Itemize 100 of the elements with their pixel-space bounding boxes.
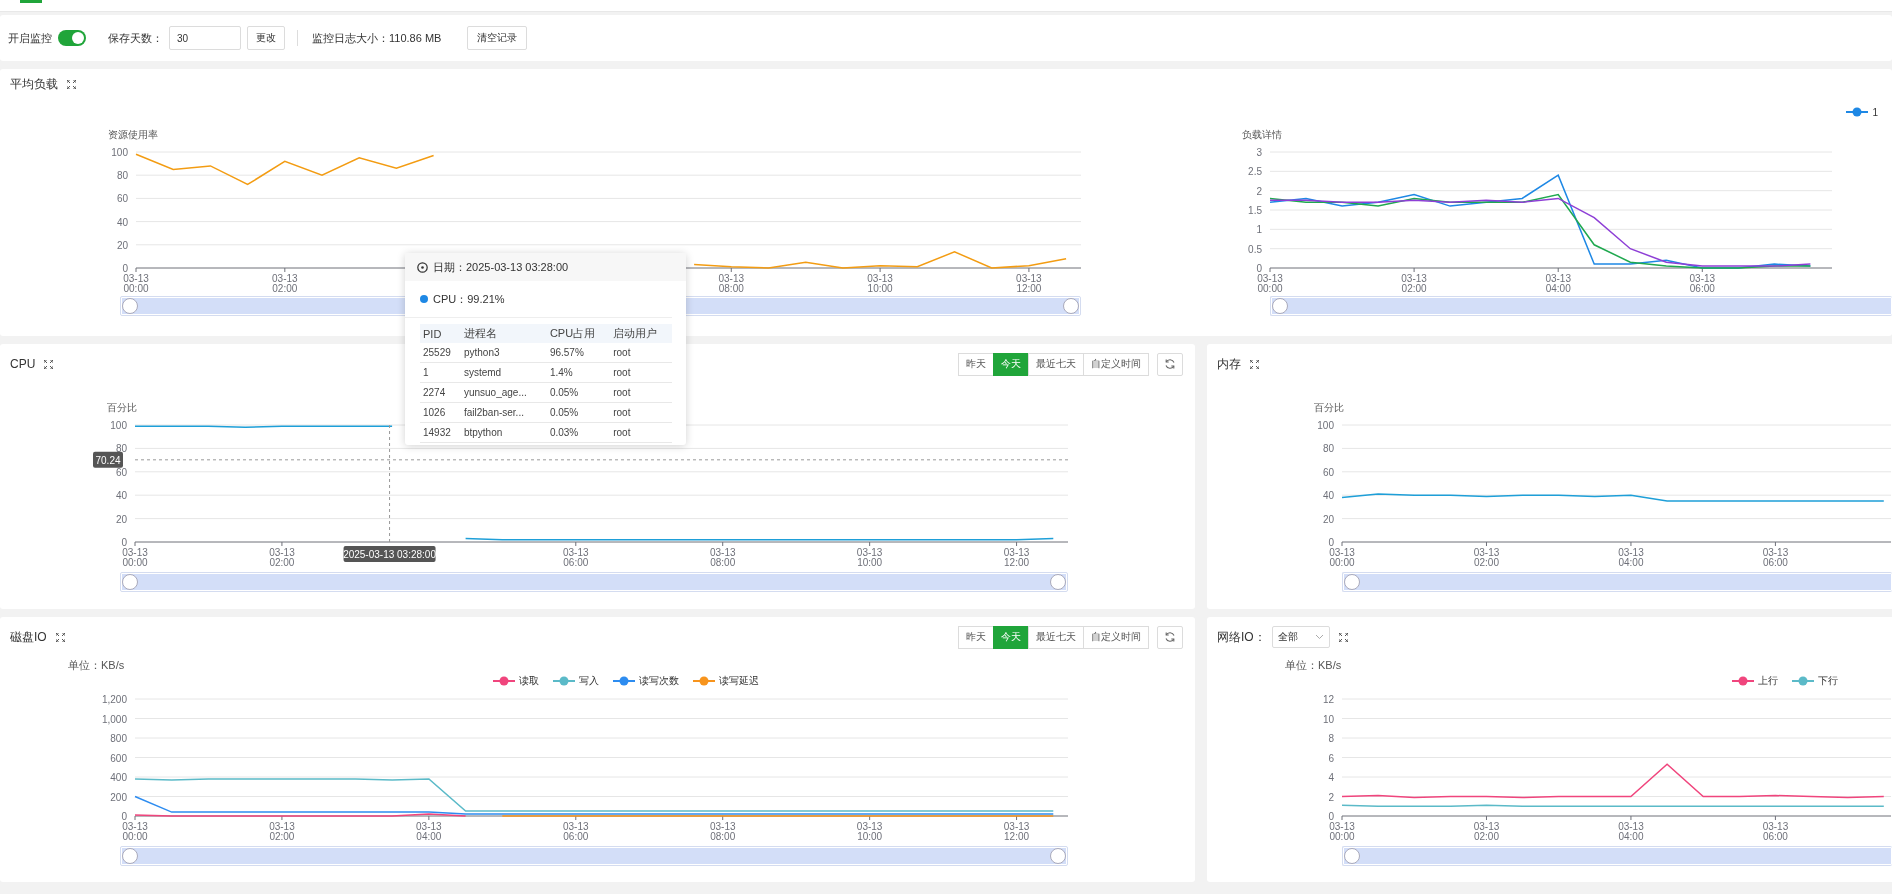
- table-cell: fail2ban-ser...: [460, 402, 547, 423]
- axis-label: 03-13 00:00: [123, 273, 149, 294]
- axis-label: 03-13 04:00: [416, 821, 442, 842]
- axis-label: 03-13 00:00: [122, 821, 148, 842]
- axis-label: 12: [1322, 694, 1334, 705]
- clock-icon: [417, 261, 428, 273]
- axis-label: 0: [1328, 811, 1334, 822]
- interface-select[interactable]: 全部: [1271, 626, 1330, 648]
- range-tab[interactable]: 自定义时间: [1083, 625, 1149, 649]
- axis-label: 03-13 06:00: [1762, 821, 1789, 842]
- axis-label: 8: [1328, 733, 1334, 744]
- table-cell: 25529: [420, 343, 461, 363]
- card-title: 内存: [1217, 355, 1241, 373]
- axis-title: 资源使用率: [108, 129, 158, 140]
- legend-label[interactable]: 读取: [519, 674, 539, 688]
- axis-label: 03-13 10:00: [867, 273, 893, 294]
- refresh-button[interactable]: [1157, 625, 1183, 649]
- refresh-icon: [1164, 631, 1176, 643]
- expand-icon[interactable]: [1338, 632, 1348, 642]
- axis-label: 03-13 06:00: [1689, 273, 1716, 294]
- axis-label: 6: [1328, 752, 1334, 764]
- axis-label: 4: [1328, 772, 1334, 783]
- axis-label: 03-13 00:00: [1329, 547, 1355, 568]
- axis-label: 03-13 00:00: [1329, 821, 1355, 842]
- axis-label: 2: [1328, 791, 1334, 803]
- unit-label: 单位：KB/s: [68, 657, 125, 673]
- axis-label: 03-13 02:00: [272, 273, 298, 294]
- axis-label: 03-13 06:00: [563, 821, 589, 842]
- legend-label[interactable]: 1: [1872, 106, 1878, 118]
- legend-label[interactable]: 下行: [1818, 674, 1838, 688]
- axis-label: 20: [116, 239, 128, 251]
- axis-label: 40: [1322, 490, 1334, 502]
- range-tab[interactable]: 昨天: [958, 352, 994, 376]
- axis-label: 03-13 02:00: [1401, 273, 1427, 294]
- axis-label: 03-13 08:00: [709, 547, 736, 568]
- legend-marker-icon: [1846, 107, 1869, 117]
- column-header: CPU占用: [546, 324, 611, 343]
- clear-button[interactable]: 清空记录: [467, 26, 528, 50]
- expand-icon[interactable]: [67, 79, 76, 89]
- axis-label: 03-13 00:00: [1257, 273, 1283, 294]
- axis-label: 0: [1256, 263, 1262, 274]
- axis-label: 1,000: [101, 713, 127, 725]
- axis-label: 20: [115, 513, 127, 525]
- card-title: 平均负载: [10, 75, 58, 93]
- table-cell: systemd: [460, 362, 547, 383]
- axis-label: 03-13 00:00: [122, 547, 148, 568]
- tooltip-date: 日期：2025-03-13 03:28:00: [433, 259, 569, 275]
- retention-field[interactable]: 30: [169, 26, 241, 50]
- axis-label: 3: [1256, 147, 1262, 158]
- expand-icon[interactable]: [55, 632, 65, 642]
- axis-label: 20: [1322, 513, 1334, 525]
- range-tab[interactable]: 最近七天: [1028, 352, 1084, 376]
- legend-marker-icon: [1792, 676, 1814, 686]
- column-header: 进程名: [460, 324, 547, 343]
- table-cell: 1.4%: [546, 362, 611, 383]
- card-title: 网络IO：: [1217, 628, 1266, 646]
- change-button[interactable]: 更改: [247, 26, 285, 50]
- axis-label: 0: [121, 811, 127, 822]
- series-dot: [420, 295, 428, 303]
- retention-label: 保存天数：: [108, 30, 163, 46]
- table-cell: root: [610, 362, 672, 383]
- table-cell: 1: [420, 362, 461, 383]
- axis-label: 400: [110, 772, 127, 783]
- range-tab[interactable]: 最近七天: [1028, 625, 1084, 649]
- axis-label: 1.5: [1248, 205, 1262, 216]
- axis-label: 0: [121, 537, 127, 548]
- axis-label: 03-13 06:00: [563, 547, 589, 568]
- axis-label: 03-13 12:00: [1003, 547, 1030, 568]
- legend-label[interactable]: 读写延迟: [719, 674, 759, 688]
- axis-label: 03-13 12:00: [1016, 273, 1042, 294]
- range-tab[interactable]: 昨天: [958, 625, 994, 649]
- legend-label[interactable]: 读写次数: [639, 674, 679, 688]
- legend-label[interactable]: 上行: [1758, 674, 1778, 688]
- axis-label: 40: [115, 490, 127, 502]
- log-size-text: 监控日志大小：110.86 MB: [312, 30, 442, 46]
- axis-label: 03-13 10:00: [856, 821, 883, 842]
- axis-title: 负载详情: [1242, 129, 1282, 140]
- table-cell: 0.05%: [546, 382, 611, 403]
- axis-label: 03-13 02:00: [269, 547, 295, 568]
- axis-label: 600: [110, 752, 127, 764]
- refresh-icon: [1164, 358, 1176, 370]
- caret-icon: [1314, 634, 1324, 640]
- axis-label: 100: [110, 420, 127, 431]
- axis-label: 03-13 08:00: [709, 821, 736, 842]
- expand-icon[interactable]: [44, 359, 54, 369]
- column-header: 启动用户: [610, 324, 672, 343]
- table-cell: 1026: [420, 402, 461, 423]
- table-cell: 0.05%: [546, 402, 611, 423]
- axis-label: 0: [122, 263, 128, 274]
- axis-label: 60: [1322, 466, 1334, 478]
- expand-icon[interactable]: [1250, 359, 1259, 369]
- refresh-button[interactable]: [1157, 352, 1183, 376]
- range-tab[interactable]: 自定义时间: [1083, 352, 1149, 376]
- legend-label[interactable]: 写入: [579, 674, 599, 688]
- axis-title: 百分比: [107, 402, 137, 413]
- axis-label: 100: [1317, 420, 1334, 431]
- axis-label: 03-13 10:00: [856, 547, 883, 568]
- axis-pointer-label: 70.24: [93, 451, 123, 468]
- monitor-toggle[interactable]: [58, 30, 86, 46]
- table-cell: yunsuo_age...: [460, 382, 547, 403]
